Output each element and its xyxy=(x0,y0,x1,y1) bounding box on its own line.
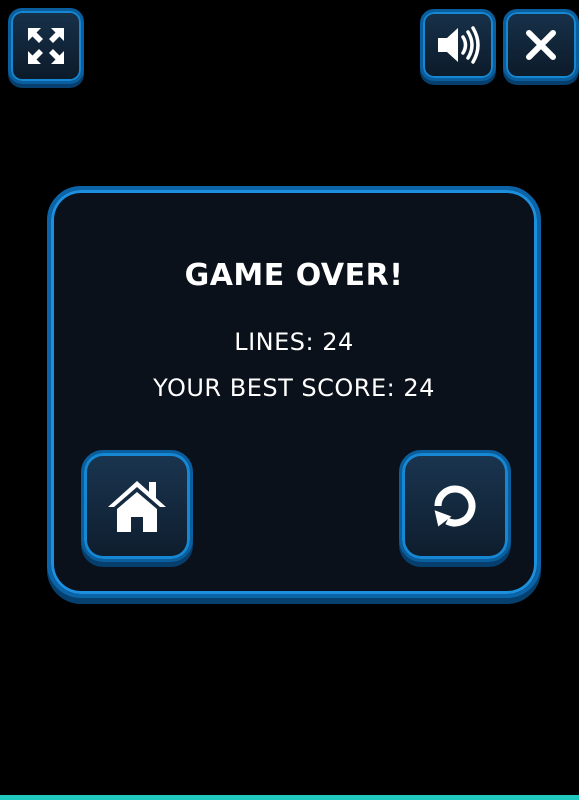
restart-button[interactable] xyxy=(399,450,511,562)
restart-icon xyxy=(434,485,476,527)
close-icon xyxy=(526,30,556,60)
fullscreen-button[interactable] xyxy=(8,8,84,84)
speaker-icon xyxy=(438,26,480,64)
fullscreen-icon xyxy=(28,28,64,64)
lines-count: LINES: 24 xyxy=(234,328,354,356)
best-score: YOUR BEST SCORE: 24 xyxy=(153,374,435,402)
bottom-bar xyxy=(0,795,579,800)
game-over-panel: GAME OVER! LINES: 24 YOUR BEST SCORE: 24 xyxy=(47,186,541,598)
home-icon xyxy=(108,481,166,532)
home-button[interactable] xyxy=(81,450,193,562)
game-over-title: GAME OVER! xyxy=(184,258,404,293)
sound-button[interactable] xyxy=(420,9,496,81)
close-button[interactable] xyxy=(503,9,579,81)
